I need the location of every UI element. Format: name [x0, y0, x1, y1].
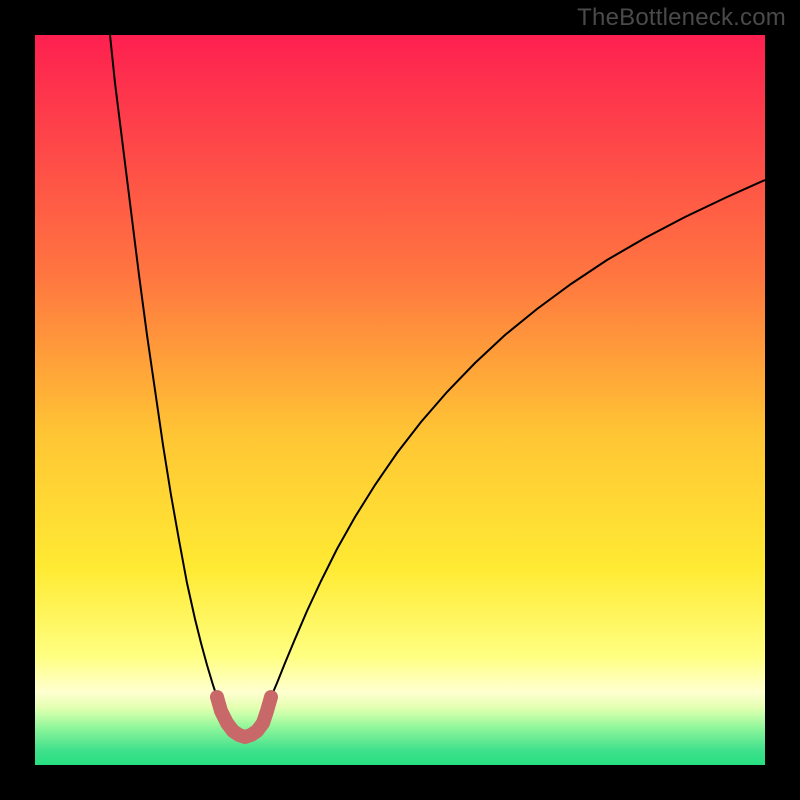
valley-marker-dot	[215, 705, 227, 717]
valley-marker-dot	[257, 717, 269, 729]
chart-container: TheBottleneck.com	[0, 0, 800, 800]
valley-marker-dot	[265, 691, 277, 703]
gradient-background	[35, 35, 765, 765]
plot-area	[35, 35, 765, 765]
valley-marker-dot	[211, 691, 223, 703]
valley-marker-dot	[261, 705, 273, 717]
plot-svg	[35, 35, 765, 765]
watermark-label: TheBottleneck.com	[577, 4, 786, 32]
